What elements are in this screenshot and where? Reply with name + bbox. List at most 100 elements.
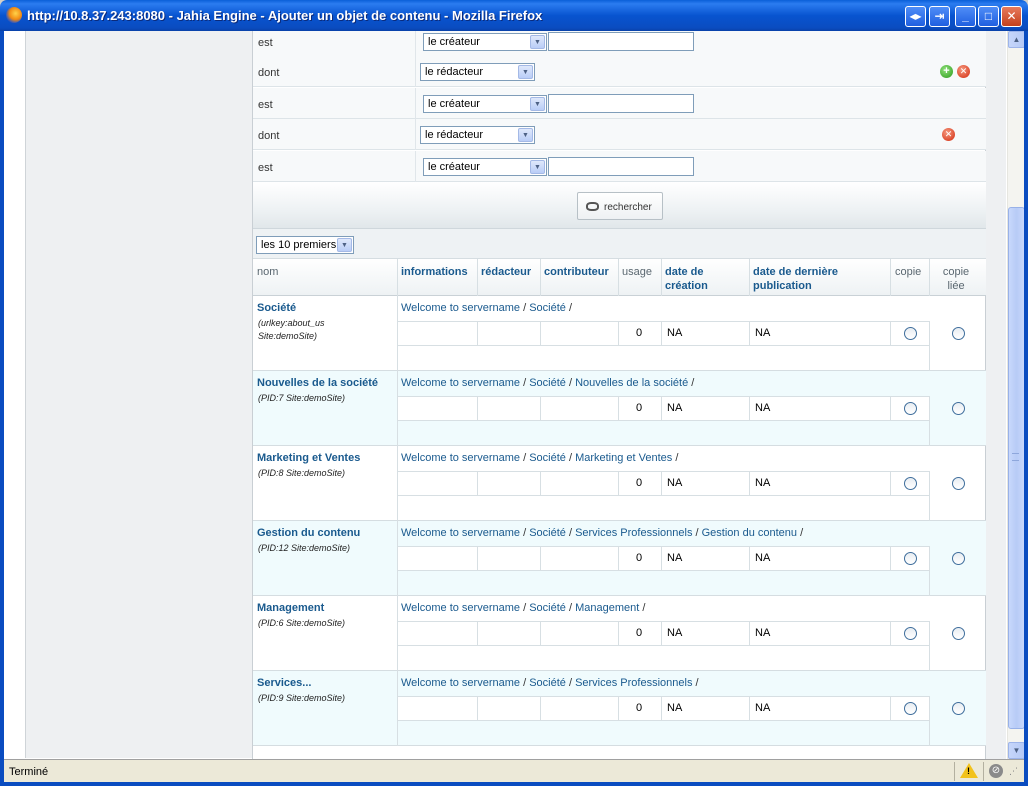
- creation-date: NA: [667, 702, 683, 714]
- result-name-link[interactable]: Société: [257, 302, 296, 314]
- vertical-scrollbar[interactable]: ▲ ▼: [1007, 31, 1024, 759]
- result-name-link[interactable]: Gestion du contenu: [257, 527, 360, 539]
- breadcrumb-link[interactable]: Nouvelles de la société: [575, 377, 688, 389]
- criteria-text-input[interactable]: [548, 94, 694, 113]
- breadcrumb-link[interactable]: Société: [529, 677, 566, 689]
- linked-copy-radio[interactable]: [952, 552, 965, 565]
- linked-copy-radio[interactable]: [952, 627, 965, 640]
- header-contributeur[interactable]: contributeur: [544, 265, 609, 279]
- breadcrumb-link[interactable]: Welcome to servername: [401, 677, 520, 689]
- breadcrumb-link[interactable]: Welcome to servername: [401, 602, 520, 614]
- restore-arrows-button[interactable]: ◂▸: [905, 6, 926, 27]
- popout-button[interactable]: ⇥: [929, 6, 950, 27]
- binoculars-icon: [586, 202, 599, 211]
- result-row: Société (urlkey:about_us Site:demoSite) Wel…: [253, 296, 986, 371]
- remove-criteria-icon[interactable]: ✕: [957, 65, 970, 78]
- result-name-link[interactable]: Management: [257, 602, 324, 614]
- criteria-text-input[interactable]: [548, 32, 694, 51]
- breadcrumb-link[interactable]: Gestion du contenu: [702, 527, 797, 539]
- header-copie: copie: [895, 266, 922, 278]
- criteria-select[interactable]: le créateur ▼: [423, 33, 547, 51]
- result-name-link[interactable]: Marketing et Ventes: [257, 452, 360, 464]
- warning-icon[interactable]: !: [960, 763, 978, 778]
- creation-date: NA: [667, 477, 683, 489]
- result-row: Management (PID:6 Site:demoSite) Welcome t…: [253, 596, 986, 671]
- result-name-link[interactable]: Services...: [257, 677, 311, 689]
- criteria-row: est le créateur ▼: [253, 88, 986, 119]
- result-count-select[interactable]: les 10 premiers ▼: [256, 236, 354, 254]
- breadcrumb-link[interactable]: Management: [575, 602, 639, 614]
- breadcrumb-link[interactable]: Société: [529, 377, 566, 389]
- criteria-text-input[interactable]: [548, 157, 694, 176]
- search-button-label: rechercher: [604, 202, 652, 213]
- breadcrumb-link[interactable]: Welcome to servername: [401, 377, 520, 389]
- scrollbar-thumb[interactable]: [1008, 207, 1024, 729]
- usage-count: 0: [636, 402, 643, 414]
- breadcrumb: Welcome to servername / Société / Nouvel…: [401, 377, 695, 389]
- search-bar: rechercher: [253, 182, 986, 229]
- creation-date: NA: [667, 627, 683, 639]
- breadcrumb-link[interactable]: Société: [529, 602, 566, 614]
- breadcrumb-link[interactable]: Welcome to servername: [401, 302, 520, 314]
- header-copie-liee: copie liée: [942, 266, 970, 292]
- criteria-row: est le créateur ▼: [253, 31, 986, 57]
- browser-viewport: est le créateur ▼ dont le rédacteur ▼ + ✕ est le …: [4, 31, 1024, 759]
- result-row: Nouvelles de la société (PID:7 Site:demoS…: [253, 371, 986, 446]
- breadcrumb-link[interactable]: Services Professionnels: [575, 527, 692, 539]
- header-redacteur[interactable]: rédacteur: [481, 265, 531, 279]
- creation-date: NA: [667, 552, 683, 564]
- scroll-down-icon[interactable]: ▼: [1008, 742, 1024, 759]
- no-entry-icon[interactable]: ⊘: [989, 764, 1003, 778]
- result-meta: (PID:9 Site:demoSite): [258, 693, 346, 703]
- breadcrumb-link[interactable]: Services Professionnels: [575, 677, 692, 689]
- add-criteria-icon[interactable]: +: [940, 65, 953, 78]
- header-informations[interactable]: informations: [401, 265, 468, 279]
- chevron-down-icon: ▼: [530, 97, 545, 111]
- header-nom: nom: [257, 266, 279, 278]
- breadcrumb-link[interactable]: Société: [529, 302, 566, 314]
- copy-radio[interactable]: [904, 552, 917, 565]
- copy-radio[interactable]: [904, 702, 917, 715]
- result-count-value: les 10 premiers: [261, 239, 337, 251]
- breadcrumb-link[interactable]: Société: [529, 527, 566, 539]
- status-bar: Terminé ! ⊘ ⋰: [4, 759, 1024, 782]
- copy-radio[interactable]: [904, 327, 917, 340]
- result-name-link[interactable]: Nouvelles de la société: [257, 377, 378, 389]
- resize-grip-icon[interactable]: ⋰: [1009, 766, 1018, 777]
- maximize-button[interactable]: □: [978, 6, 999, 27]
- breadcrumb: Welcome to servername / Société / Servic…: [401, 677, 699, 689]
- criteria-select[interactable]: le rédacteur ▼: [420, 126, 535, 144]
- window-titlebar: http://10.8.37.243:8080 - Jahia Engine -…: [0, 0, 1028, 31]
- publication-date: NA: [755, 327, 771, 339]
- criteria-select-value: le créateur: [428, 98, 480, 110]
- criteria-select[interactable]: le créateur ▼: [423, 158, 547, 176]
- window-title: http://10.8.37.243:8080 - Jahia Engine -…: [27, 8, 543, 23]
- scroll-up-icon[interactable]: ▲: [1008, 31, 1024, 48]
- copy-radio[interactable]: [904, 627, 917, 640]
- search-button[interactable]: rechercher: [577, 192, 663, 220]
- usage-count: 0: [636, 702, 643, 714]
- breadcrumb-link[interactable]: Welcome to servername: [401, 452, 520, 464]
- linked-copy-radio[interactable]: [952, 327, 965, 340]
- remove-criteria-icon[interactable]: ✕: [942, 128, 955, 141]
- criteria-select[interactable]: le créateur ▼: [423, 95, 547, 113]
- breadcrumb-link[interactable]: Marketing et Ventes: [575, 452, 672, 464]
- minimize-button[interactable]: _: [955, 6, 976, 27]
- chevron-down-icon: ▼: [518, 65, 533, 79]
- result-meta: (PID:8 Site:demoSite): [258, 468, 346, 478]
- breadcrumb-link[interactable]: Société: [529, 452, 566, 464]
- breadcrumb: Welcome to servername / Société /: [401, 302, 573, 314]
- linked-copy-radio[interactable]: [952, 702, 965, 715]
- chevron-down-icon: ▼: [530, 35, 545, 49]
- linked-copy-radio[interactable]: [952, 402, 965, 415]
- header-date-publication[interactable]: date de dernière publication: [753, 265, 863, 293]
- copy-radio[interactable]: [904, 477, 917, 490]
- criteria-select[interactable]: le rédacteur ▼: [420, 63, 535, 81]
- breadcrumb-link[interactable]: Welcome to servername: [401, 527, 520, 539]
- criteria-select-value: le rédacteur: [425, 66, 484, 78]
- linked-copy-radio[interactable]: [952, 477, 965, 490]
- creation-date: NA: [667, 402, 683, 414]
- header-date-creation[interactable]: date de création: [665, 265, 735, 293]
- copy-radio[interactable]: [904, 402, 917, 415]
- close-button[interactable]: ✕: [1001, 6, 1022, 27]
